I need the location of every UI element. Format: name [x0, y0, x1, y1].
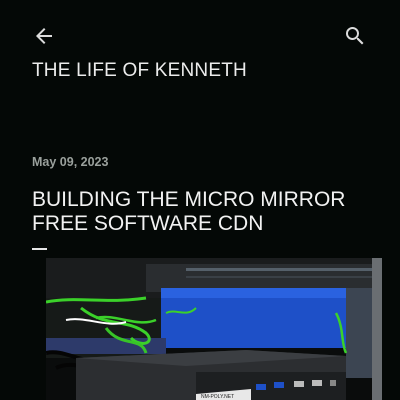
- search-icon[interactable]: [343, 24, 367, 48]
- blog-title[interactable]: THE LIFE OF KENNETH: [32, 60, 247, 82]
- arrow-left-icon[interactable]: [32, 24, 56, 48]
- post-title[interactable]: BUILDING THE MICRO MIRROR FREE SOFTWARE …: [32, 188, 372, 236]
- post-date: May 09, 2023: [32, 155, 109, 169]
- title-divider: [32, 248, 47, 250]
- post-image[interactable]: NM-POLY.NET: [46, 258, 382, 400]
- image-label-text: NM-POLY.NET: [201, 394, 234, 400]
